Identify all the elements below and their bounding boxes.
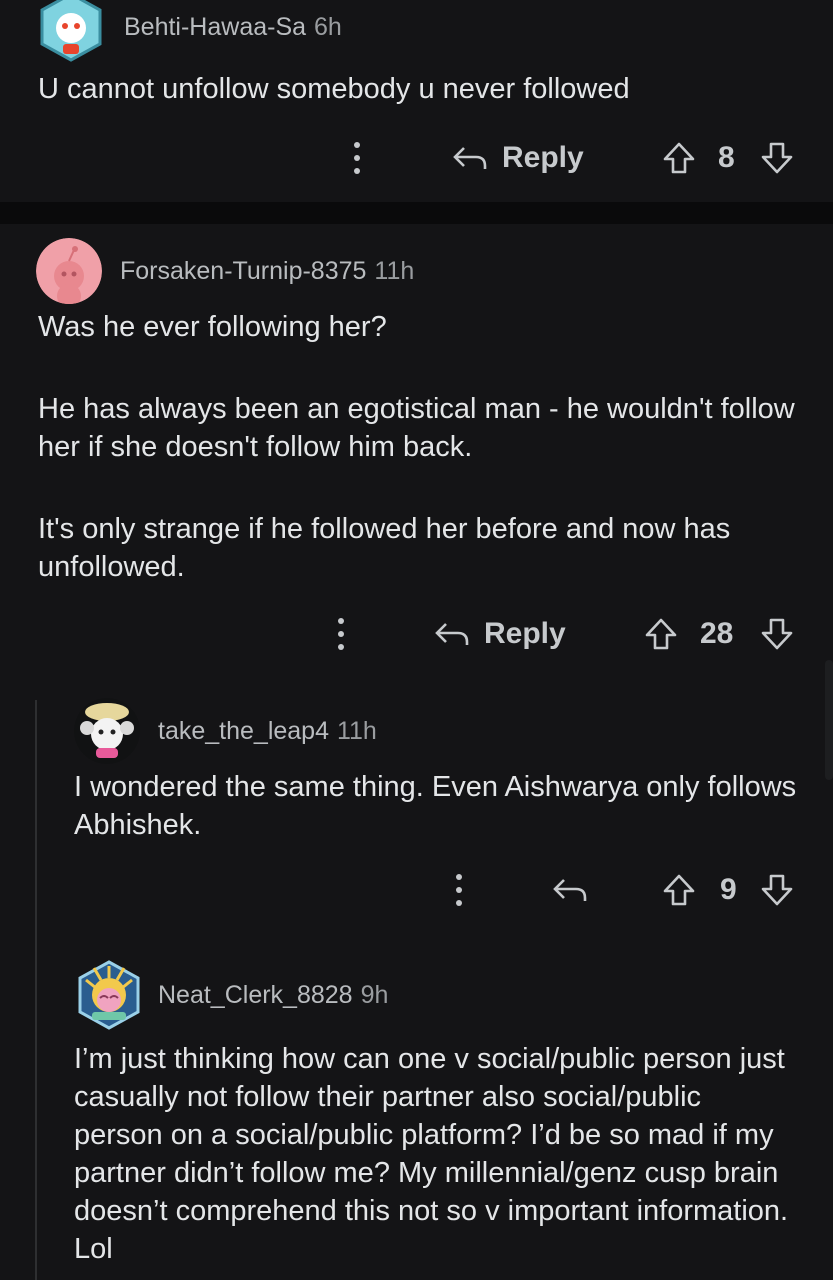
comment-header: take_the_leap4 11h xyxy=(74,698,377,764)
avatar[interactable] xyxy=(36,238,102,304)
username[interactable]: Neat_Clerk_8828 xyxy=(158,981,353,1010)
comment-actions: Reply 8 xyxy=(0,136,833,180)
downvote-icon[interactable] xyxy=(760,136,794,180)
more-options-icon[interactable] xyxy=(334,612,348,656)
comment-text: I wondered the same thing. Even Aishwary… xyxy=(74,771,797,841)
comment-divider xyxy=(0,202,833,224)
comment-actions: Reply 28 xyxy=(0,612,833,656)
vote-count: 9 xyxy=(720,873,737,906)
username[interactable]: take_the_leap4 xyxy=(158,717,329,746)
more-options-icon[interactable] xyxy=(452,868,466,912)
timestamp: 6h xyxy=(314,12,342,41)
more-options-icon[interactable] xyxy=(350,136,364,180)
vote-count: 8 xyxy=(718,141,735,174)
comment-header: Neat_Clerk_8828 9h xyxy=(74,960,388,1030)
thread-line[interactable] xyxy=(35,700,37,1280)
reply-icon xyxy=(553,879,587,901)
upvote-icon[interactable] xyxy=(662,868,696,912)
reply-button[interactable]: Reply xyxy=(434,612,566,656)
reply-icon xyxy=(435,623,469,645)
downvote-icon[interactable] xyxy=(760,612,794,656)
avatar[interactable] xyxy=(36,0,106,62)
downvote-icon[interactable] xyxy=(760,868,794,912)
avatar[interactable] xyxy=(74,698,140,764)
reply-button[interactable]: Reply xyxy=(452,136,584,180)
avatar[interactable] xyxy=(74,960,144,1030)
comment-text: Was he ever following her? He has always… xyxy=(38,308,808,586)
reply-label: Reply xyxy=(502,141,584,174)
reply-button[interactable] xyxy=(552,868,588,912)
vote-count: 28 xyxy=(700,617,734,650)
comment-paragraph: He has always been an egotistical man - … xyxy=(38,393,795,463)
reply-icon xyxy=(453,147,487,169)
timestamp: 11h xyxy=(336,716,377,745)
comment-text: I’m just thinking how can one v social/p… xyxy=(74,1043,789,1265)
comment-header: Behti-Hawaa-Sa 6h xyxy=(36,0,342,62)
scrollbar[interactable] xyxy=(825,660,833,780)
comment-paragraph: It's only strange if he followed her bef… xyxy=(38,513,731,583)
username[interactable]: Behti-Hawaa-Sa xyxy=(124,13,306,42)
reply-label: Reply xyxy=(484,617,566,650)
upvote-icon[interactable] xyxy=(662,136,696,180)
comment-header: Forsaken-Turnip-8375 11h xyxy=(36,238,414,304)
timestamp: 9h xyxy=(360,980,389,1009)
timestamp: 11h xyxy=(374,256,415,285)
comment-paragraph: Was he ever following her? xyxy=(38,311,387,343)
username[interactable]: Forsaken-Turnip-8375 xyxy=(120,257,366,286)
upvote-icon[interactable] xyxy=(644,612,678,656)
comment-text: U cannot unfollow somebody u never follo… xyxy=(38,73,630,105)
comment-actions: 9 xyxy=(0,868,833,912)
